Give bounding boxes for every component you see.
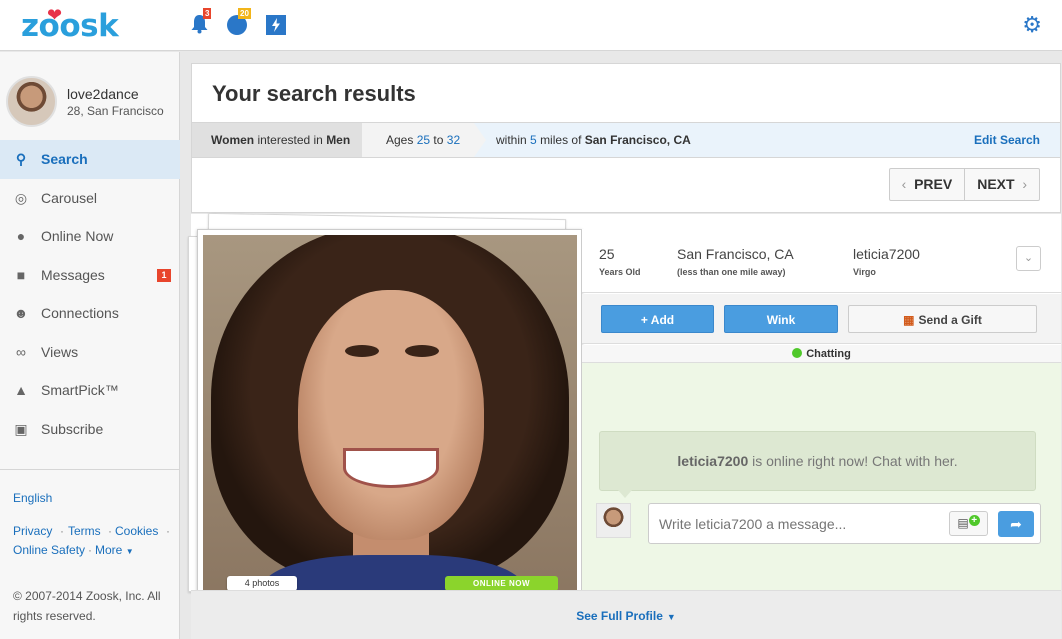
sidebar-menu: ⚲ Search ◎ Carousel ● Online Now ■ Messa… xyxy=(0,140,180,448)
gift-icon: ▦ xyxy=(903,313,915,327)
chevron-right-icon: › xyxy=(1022,176,1027,192)
profile-city: San Francisco, CA xyxy=(677,246,794,262)
profile-username[interactable]: leticia7200 xyxy=(853,246,920,262)
profile-sign: Virgo xyxy=(853,267,876,277)
user-profile-summary[interactable]: love2dance 28, San Francisco xyxy=(0,52,180,140)
message-input[interactable] xyxy=(659,504,939,543)
search-results-header: Your search results Women interested in … xyxy=(191,63,1061,213)
zoosk-logo[interactable]: zoosk ❤ xyxy=(21,5,119,44)
user-name: love2dance xyxy=(67,86,139,102)
profile-options-dropdown[interactable]: ⌄ xyxy=(1016,246,1041,271)
search-filter-breadcrumb: Women interested in Men Ages 25 to 32 wi… xyxy=(192,122,1060,158)
gender-filter[interactable]: Women interested in Men xyxy=(192,123,362,157)
caret-down-icon: ▼ xyxy=(125,547,134,556)
profile-actions: + Add Wink ▦ Send a Gift xyxy=(582,294,1061,344)
settings-gear-icon[interactable]: ⚙ xyxy=(1022,14,1042,36)
chat-count-badge: 20 xyxy=(238,8,251,19)
sidebar-item-label: Online Now xyxy=(41,228,114,245)
chat-panel: Chatting leticia7200 is online right now… xyxy=(582,345,1061,590)
profile-info-row: 25 Years Old San Francisco, CA (less tha… xyxy=(582,229,1061,293)
edit-search-link[interactable]: Edit Search xyxy=(974,123,1040,157)
message-icon: ■ xyxy=(16,266,26,283)
notifications-button[interactable]: 3 xyxy=(190,8,212,39)
sidebar-item-label: Search xyxy=(41,151,88,168)
sidebar-item-label: Subscribe xyxy=(41,420,104,437)
location-filter[interactable]: within 5 miles of San Francisco, CA xyxy=(474,123,691,157)
sidebar-item-carousel[interactable]: ◎ Carousel xyxy=(0,179,180,218)
sidebar-item-connections[interactable]: ☻ Connections xyxy=(0,294,180,333)
send-gift-button[interactable]: ▦ Send a Gift xyxy=(848,305,1037,333)
caret-down-icon: ▼ xyxy=(666,612,676,622)
wink-button[interactable]: Wink xyxy=(724,305,838,333)
profile-photo[interactable]: 4 photos ONLINE NOW xyxy=(203,235,577,610)
link-separator: · xyxy=(88,543,92,557)
link-separator: · xyxy=(108,524,112,538)
sidebar-item-subscribe[interactable]: ▣ Subscribe xyxy=(0,410,180,449)
lock-icon: ▣ xyxy=(14,420,28,437)
lightning-icon xyxy=(266,15,286,35)
pagination: ‹ PREV NEXT › xyxy=(888,168,1040,201)
messages-count-badge: 1 xyxy=(157,268,171,282)
top-bar: zoosk ❤ 3 20 ⚙ xyxy=(0,0,1062,51)
sidebar-item-search[interactable]: ⚲ Search xyxy=(0,140,180,179)
profile-photo-frame[interactable]: 4 photos ONLINE NOW xyxy=(197,229,582,617)
add-button[interactable]: + Add xyxy=(601,305,714,333)
sidebar-divider xyxy=(0,469,180,470)
flask-icon: ▲ xyxy=(14,382,28,399)
sidebar-item-views[interactable]: ∞ Views xyxy=(0,333,180,372)
privacy-link[interactable]: Privacy xyxy=(13,524,52,538)
see-full-profile-link[interactable]: See Full Profile ▼ xyxy=(191,590,1061,639)
user-info: 28, San Francisco xyxy=(67,104,164,118)
glasses-icon: ∞ xyxy=(16,343,26,360)
page-title: Your search results xyxy=(212,81,416,106)
link-separator: · xyxy=(60,524,64,538)
sidebar-item-label: SmartPick™ xyxy=(41,382,119,399)
gift-box-icon: ▤ xyxy=(957,516,969,530)
connections-icon: ☻ xyxy=(13,305,29,322)
heart-icon: ❤ xyxy=(47,5,62,26)
sidebar-item-online-now[interactable]: ● Online Now xyxy=(0,217,180,256)
age-filter[interactable]: Ages 25 to 32 xyxy=(362,123,474,157)
notification-count-badge: 3 xyxy=(203,8,212,19)
sidebar-item-messages[interactable]: ■ Messages 1 xyxy=(0,256,180,295)
sidebar-item-label: Connections xyxy=(41,305,119,322)
photo-count-label[interactable]: 4 photos xyxy=(227,576,297,591)
terms-link[interactable]: Terms xyxy=(68,524,101,538)
profile-distance: (less than one mile away) xyxy=(677,267,786,277)
message-composer: ▤+ ➦ xyxy=(648,503,1041,544)
online-safety-link[interactable]: Online Safety xyxy=(13,543,85,557)
send-button[interactable]: ➦ xyxy=(998,511,1034,537)
online-dot-icon xyxy=(792,348,803,358)
chat-status-button[interactable]: 20 xyxy=(226,8,251,41)
chat-prompt-bubble: leticia7200 is online right now! Chat wi… xyxy=(599,431,1036,498)
prev-button[interactable]: ‹ PREV xyxy=(890,169,965,200)
user-avatar[interactable] xyxy=(6,76,57,127)
profile-age: 25 xyxy=(599,246,615,262)
search-icon: ⚲ xyxy=(15,151,27,168)
carousel-icon: ◎ xyxy=(14,189,28,206)
sidebar-item-smartpick[interactable]: ▲ SmartPick™ xyxy=(0,371,180,410)
my-avatar xyxy=(596,503,631,538)
more-link[interactable]: More ▼ xyxy=(95,543,134,557)
online-now-badge: ONLINE NOW xyxy=(445,576,558,591)
next-button[interactable]: NEXT › xyxy=(964,169,1039,200)
chat-bubbles-icon: ● xyxy=(16,228,26,245)
boost-button[interactable] xyxy=(266,15,286,40)
sidebar-item-label: Messages xyxy=(41,266,105,283)
link-separator: · xyxy=(166,524,170,538)
chevron-left-icon: ‹ xyxy=(901,176,907,192)
cookies-link[interactable]: Cookies xyxy=(115,524,158,538)
attach-gift-button[interactable]: ▤ + xyxy=(949,511,988,536)
chevron-down-icon: ⌄ xyxy=(1023,252,1034,264)
profile-age-label: Years Old xyxy=(599,267,641,277)
plus-icon: + xyxy=(968,515,980,526)
send-arrow-icon: ➦ xyxy=(1010,516,1022,532)
chat-status: Chatting xyxy=(582,345,1061,363)
sidebar-item-label: Carousel xyxy=(41,189,98,206)
copyright-text: © 2007-2014 Zoosk, Inc. All rights reser… xyxy=(13,589,161,623)
language-link[interactable]: English xyxy=(13,491,52,505)
sidebar: love2dance 28, San Francisco ⚲ Search ◎ … xyxy=(0,52,180,639)
sidebar-item-label: Views xyxy=(41,343,79,360)
